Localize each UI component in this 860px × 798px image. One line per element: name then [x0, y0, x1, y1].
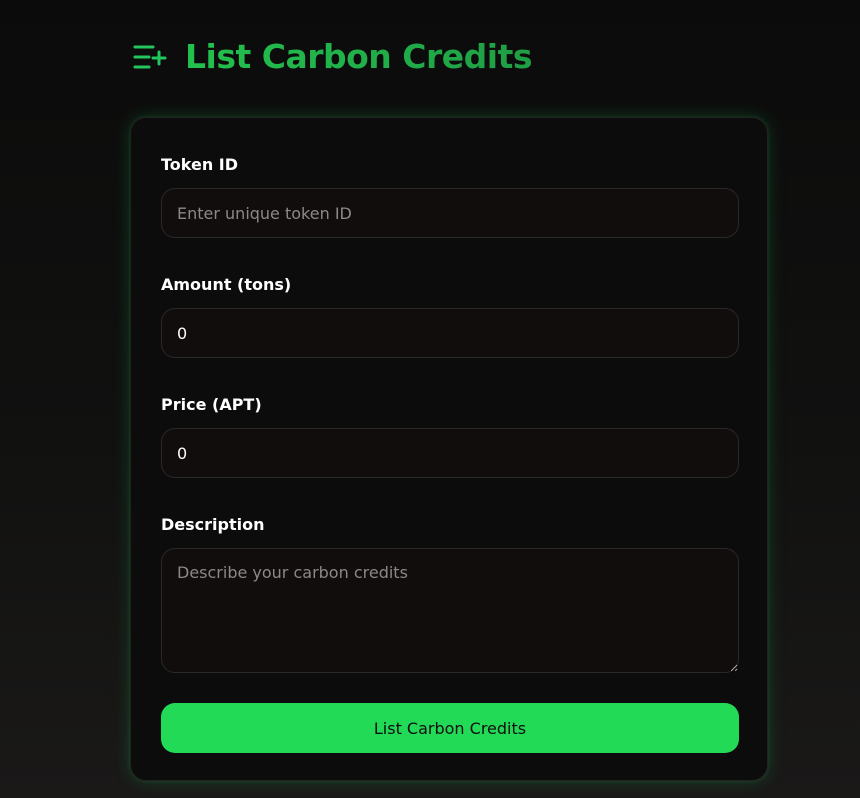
price-label: Price (APT)	[161, 395, 262, 414]
page-header: List Carbon Credits	[133, 36, 533, 78]
price-input[interactable]	[161, 428, 739, 478]
description-label: Description	[161, 515, 265, 534]
list-add-icon	[133, 43, 167, 71]
page-title: List Carbon Credits	[185, 37, 533, 76]
amount-label: Amount (tons)	[161, 275, 292, 294]
token-id-label: Token ID	[161, 155, 239, 174]
token-id-input[interactable]	[161, 188, 739, 238]
list-credits-submit-button[interactable]: List Carbon Credits	[161, 703, 739, 753]
list-credits-form: Token ID Amount (tons) Price (APT) Descr…	[130, 117, 768, 781]
description-textarea[interactable]	[161, 548, 739, 673]
amount-input[interactable]	[161, 308, 739, 358]
page: List Carbon Credits Token ID Amount (ton…	[0, 0, 860, 798]
